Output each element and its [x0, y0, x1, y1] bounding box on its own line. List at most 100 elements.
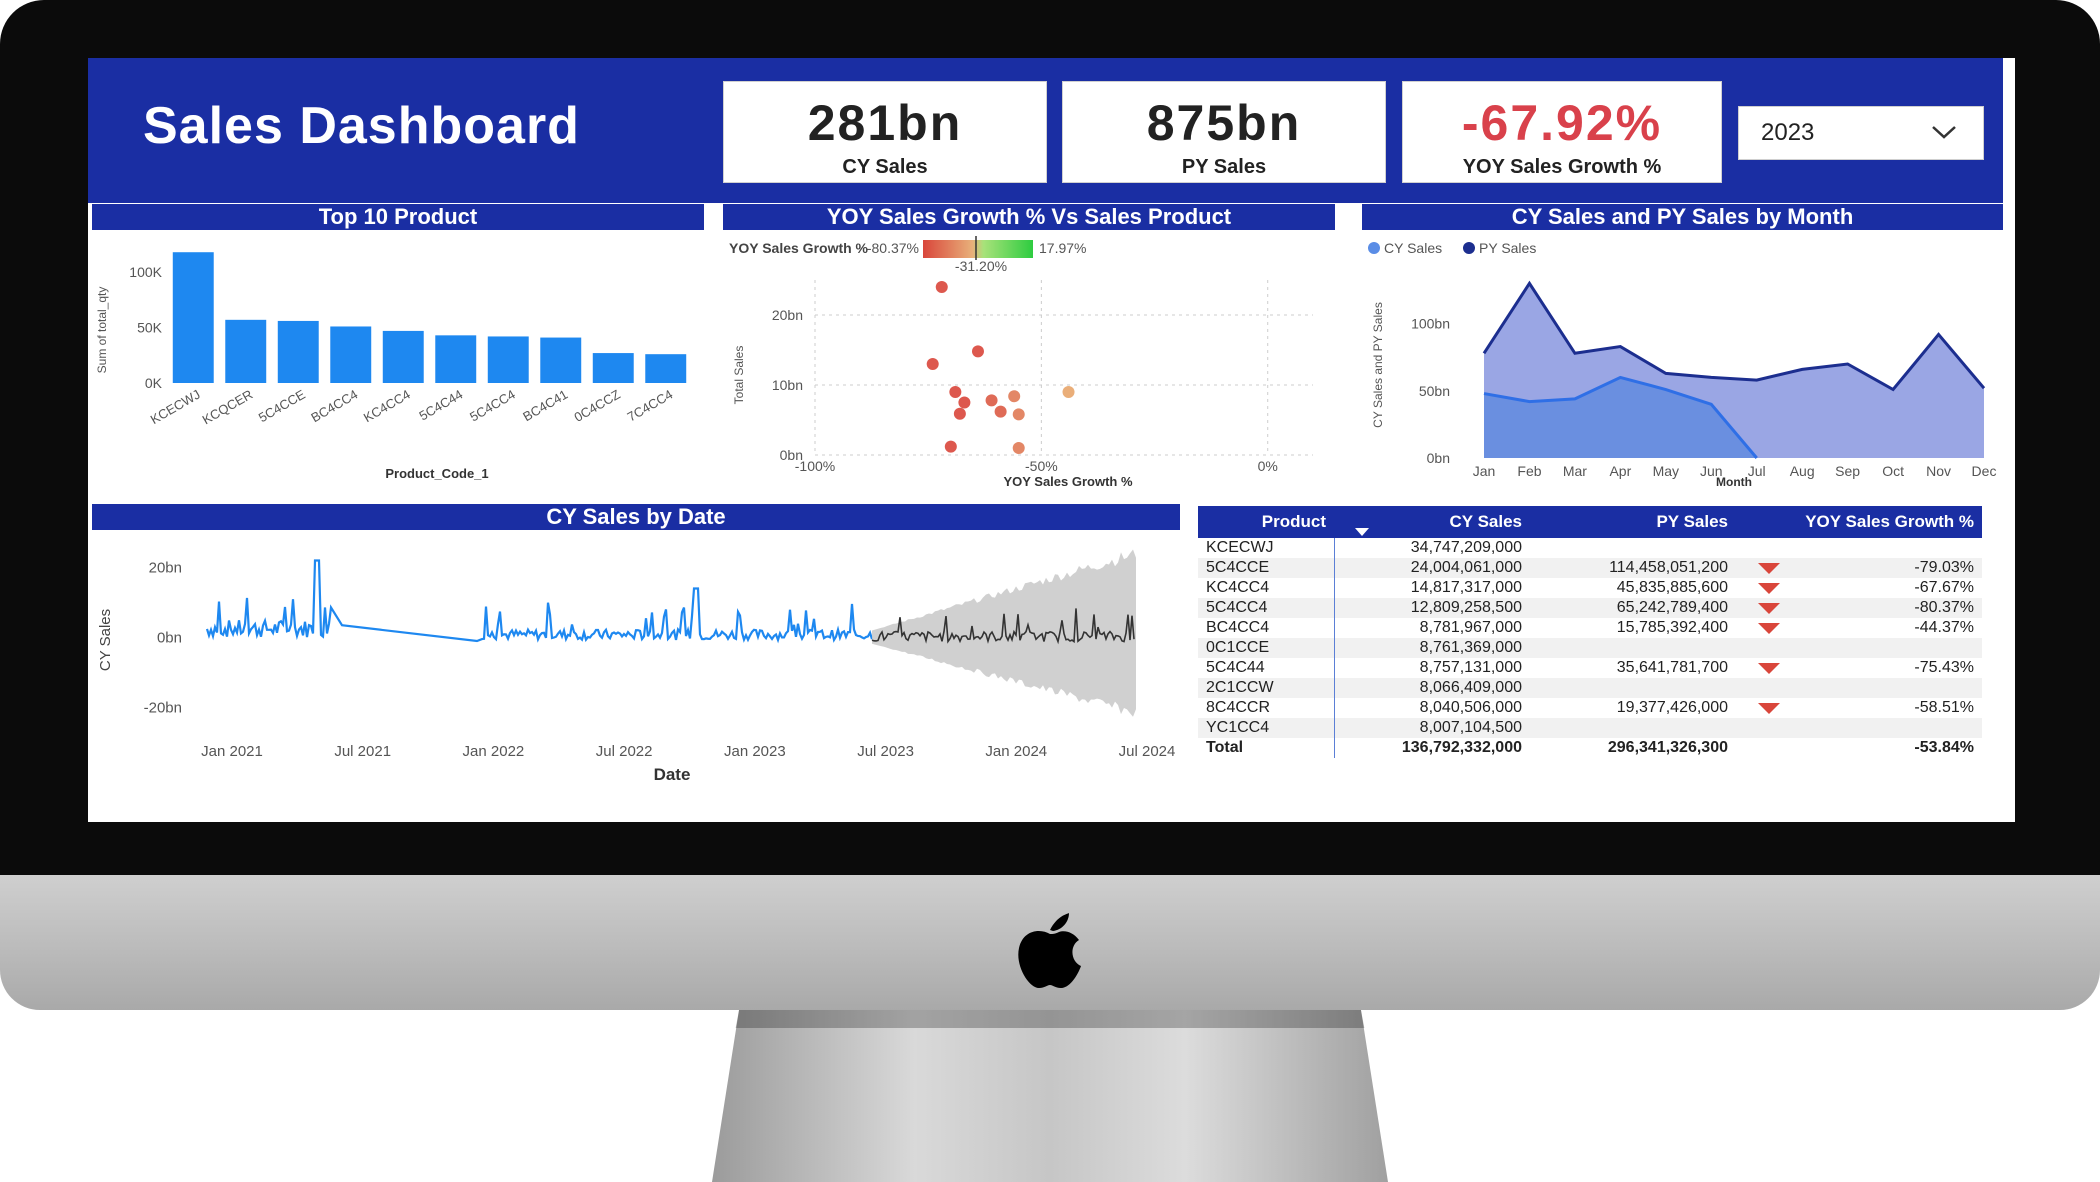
panel-title: YOY Sales Growth % Vs Sales Product: [723, 204, 1335, 230]
chevron-down-icon: [1932, 126, 1956, 139]
scatter-point: [971, 345, 984, 358]
cell-cy-sales: 12,809,258,500: [1334, 598, 1530, 618]
yoy-value: -44.37%: [1914, 619, 1974, 636]
scatter-point: [1008, 390, 1021, 403]
kpi-label: PY Sales: [1181, 156, 1267, 178]
x-tick-label: Jul 2023: [857, 743, 914, 760]
apple-logo-icon: [1018, 913, 1081, 988]
x-axis-label: Product_Code_1: [385, 466, 488, 481]
kpi-value: 281bn: [807, 95, 963, 151]
product-table: Product CY Sales PY Sales YOY Sales Grow…: [1198, 506, 1982, 758]
x-tick-label: -50%: [1025, 458, 1058, 474]
cell-product: 5C4CC4: [1198, 598, 1335, 618]
x-axis-label: Date: [654, 765, 691, 784]
table-header-row: Product CY Sales PY Sales YOY Sales Grow…: [1198, 506, 1982, 538]
cell-cy-sales: 8,007,104,500: [1334, 718, 1530, 738]
cell-py-sales: 114,458,051,200: [1530, 558, 1736, 578]
dashboard-screen: Sales Dashboard 281bn CY Sales 875bn PY …: [88, 58, 2015, 822]
column-header-py-sales[interactable]: PY Sales: [1530, 506, 1736, 538]
legend-min: -80.37%: [867, 240, 919, 256]
cell-yoy: -80.37%: [1736, 598, 1982, 618]
table-row[interactable]: YC1CC4 8,007,104,500: [1198, 718, 1982, 738]
table-row[interactable]: 2C1CCW 8,066,409,000: [1198, 678, 1982, 698]
bar: [435, 335, 477, 383]
cell-product: YC1CC4: [1198, 718, 1335, 738]
legend-mid: -31.20%: [955, 258, 1007, 274]
scatter-point: [958, 396, 971, 409]
cell-cy-sales: 8,757,131,000: [1419, 659, 1522, 676]
x-tick-label: Nov: [1926, 463, 1951, 479]
bar: [487, 336, 529, 383]
table-row[interactable]: KCECWJ 34,747,209,000: [1198, 538, 1982, 558]
y-axis-label: CY Sales and PY Sales: [1371, 302, 1385, 428]
x-tick-label: 5C4CC4: [467, 387, 518, 425]
legend-dot: [1463, 242, 1475, 254]
cell-total-label: Total: [1198, 738, 1335, 758]
cell-yoy: -44.37%: [1736, 618, 1982, 638]
cell-cy-sales: 8,761,369,000: [1334, 638, 1530, 658]
panel-title: Top 10 Product: [92, 204, 704, 230]
table-row[interactable]: 5C4CC4 12,809,258,500 65,242,789,400 -80.37…: [1198, 598, 1982, 618]
kpi-label: YOY Sales Growth %: [1462, 156, 1662, 178]
bar: [645, 354, 687, 383]
x-tick-label: KCQCER: [200, 387, 256, 428]
column-header-yoy[interactable]: YOY Sales Growth %: [1736, 506, 1982, 538]
y-tick-label: 100K: [129, 264, 162, 280]
kpi-value: 875bn: [1146, 95, 1302, 151]
x-tick-label: Jan 2021: [201, 743, 263, 760]
kpi-value: -67.92%: [1461, 95, 1663, 151]
table-row[interactable]: 8C4CCR 8,040,506,000 19,377,426,000 -58.51%: [1198, 698, 1982, 718]
year-dropdown-value: 2023: [1761, 119, 1815, 146]
scatter-point: [1012, 442, 1025, 454]
legend-max: 17.97%: [1039, 240, 1086, 256]
x-tick-label: Jul 2022: [596, 743, 653, 760]
x-axis-label: Month: [1716, 475, 1752, 488]
bar: [225, 319, 267, 383]
scatter-point: [949, 386, 962, 398]
table-row[interactable]: 0C1CCE 8,761,369,000: [1198, 638, 1982, 658]
table-row[interactable]: 5C4CCE 24,004,061,000 114,458,051,200 -79.0…: [1198, 558, 1982, 578]
cell-cy-sales: 8,040,506,000: [1419, 699, 1522, 716]
x-tick-label: Oct: [1882, 463, 1904, 479]
x-tick-label: BC4C41: [520, 387, 570, 425]
y-tick-label: 50K: [137, 320, 163, 336]
cell-product: KC4CC4: [1198, 578, 1335, 598]
yoy-value: -58.51%: [1914, 699, 1974, 716]
sort-desc-icon[interactable]: [1355, 528, 1369, 536]
cell-product: 2C1CCW: [1198, 678, 1335, 698]
cell-yoy: -75.43%: [1736, 658, 1982, 678]
scatter-point: [944, 440, 957, 453]
table-row[interactable]: KC4CC4 14,817,317,000 45,835,885,600 -67.67…: [1198, 578, 1982, 598]
x-tick-label: Feb: [1517, 463, 1541, 479]
table-row[interactable]: BC4CC4 8,781,967,000 15,785,392,400 -44.37%: [1198, 618, 1982, 638]
bar: [382, 330, 424, 383]
yoy-value: -80.37%: [1914, 599, 1974, 616]
cell-yoy: [1736, 678, 1982, 698]
legend-dot: [1368, 242, 1380, 254]
panel-monthly-sales: CY Sales and PY Sales by Month CY Sales P…: [1362, 204, 2003, 488]
x-tick-label: Jan 2023: [724, 743, 786, 760]
panel-sales-by-date: CY Sales by Date -20bn 0bn 20bn CY Sales Jan…: [92, 504, 1180, 796]
scatter-point: [935, 281, 948, 293]
y-axis-label: Total Sales: [732, 346, 746, 405]
kpi-card-yoy-growth[interactable]: -67.92% YOY Sales Growth %: [1402, 81, 1722, 183]
x-tick-label: 5C4CCE: [256, 386, 308, 425]
cell-py-sales: [1530, 718, 1736, 738]
cell-product: 5C4C44: [1198, 658, 1335, 678]
year-dropdown[interactable]: 2023: [1738, 106, 1984, 160]
kpi-card-py-sales[interactable]: 875bn PY Sales: [1062, 81, 1386, 183]
cell-py-sales: 19,377,426,000: [1616, 699, 1728, 716]
cell-cy-sales: 24,004,061,000: [1334, 558, 1530, 578]
page-title: Sales Dashboard: [143, 97, 580, 155]
scatter-point: [994, 405, 1007, 418]
bar: [277, 320, 319, 383]
cell-product: 8C4CCR: [1198, 698, 1335, 718]
x-tick-label: KCECWJ: [148, 387, 203, 427]
y-tick-label: 20bn: [772, 307, 803, 323]
table-row[interactable]: 5C4C44 8,757,131,000 35,641,781,700 -75.43%: [1198, 658, 1982, 678]
kpi-card-cy-sales[interactable]: 281bn CY Sales: [723, 81, 1047, 183]
x-tick-label: Sep: [1835, 463, 1860, 479]
column-header-product[interactable]: Product: [1198, 506, 1334, 538]
x-tick-label: Aug: [1790, 463, 1815, 479]
x-tick-label: 0%: [1258, 458, 1278, 474]
